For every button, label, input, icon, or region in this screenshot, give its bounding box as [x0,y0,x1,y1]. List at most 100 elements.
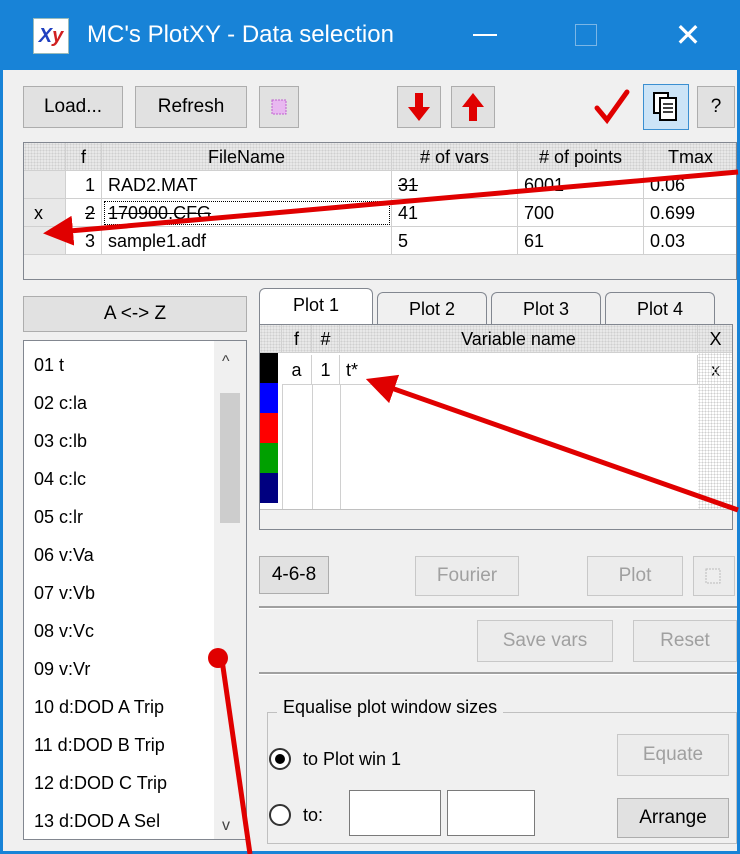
header-select-col [24,143,66,171]
header-f[interactable]: f [66,143,102,171]
header-filename[interactable]: FileName [102,143,392,171]
table-row[interactable]: x 2 170900.CFG 41 700 0.699 [24,199,736,227]
b468-button[interactable]: 4-6-8 [259,556,329,594]
plot-button[interactable]: Plot [587,556,683,596]
file-index: 1 [66,171,102,199]
file-name[interactable]: RAD2.MAT [102,171,392,199]
header-tmax[interactable]: Tmax [644,143,736,171]
sort-az-button[interactable]: A <-> Z [23,296,247,332]
plotxy-app-icon: Xy [33,18,69,54]
close-icon[interactable]: ✕ [663,18,713,52]
file-points: 700 [518,199,644,227]
plot-table-header: f # Variable name X [260,325,732,353]
file-tmax: 0.699 [644,199,736,227]
arrange-button[interactable]: Arrange [617,798,729,838]
tab-plot-4[interactable]: Plot 4 [605,292,715,324]
header-color [260,325,282,353]
plot-options-button[interactable] [693,556,735,596]
list-item[interactable]: 06 v:Va [34,541,94,569]
data-selection-window: Xy MC's PlotXY - Data selection ✕ Load..… [0,0,740,854]
arrow-down-icon [408,93,430,121]
maximize-icon[interactable] [575,24,597,46]
list-item[interactable]: 04 c:lc [34,465,86,493]
file-name[interactable]: sample1.adf [102,227,392,255]
title-bar[interactable]: Xy MC's PlotXY - Data selection ✕ [3,0,740,70]
move-down-button[interactable] [397,86,441,128]
header-num[interactable]: # [312,325,340,353]
row-select-cell[interactable] [24,171,66,199]
checkmark-icon[interactable] [591,86,631,128]
pages-icon [653,92,677,121]
list-item[interactable]: 09 v:Vr [34,655,90,683]
file-index: 2 [66,199,102,227]
plot-var-num: 1 [312,355,340,385]
variable-list[interactable]: 01 t 02 c:la 03 c:lb 04 c:lc 05 c:lr 06 … [23,340,247,840]
chevron-up-icon[interactable]: ^ [222,353,230,371]
file-vars: 5 [392,227,518,255]
list-item[interactable]: 01 t [34,351,64,379]
tab-plot-1[interactable]: Plot 1 [259,288,373,324]
list-item[interactable]: 11 d:DOD B Trip [34,731,165,759]
file-table-header: f FileName # of vars # of points Tmax [24,143,736,171]
file-tmax: 0.03 [644,227,736,255]
color-swatch[interactable] [260,443,278,473]
color-picker-button[interactable] [259,86,299,128]
color-swatch[interactable] [260,383,278,413]
reset-button[interactable]: Reset [633,620,737,662]
file-vars: 41 [392,199,518,227]
chevron-down-icon[interactable]: v [222,817,230,835]
variable-list-scrollbar[interactable]: ^ v [214,341,246,839]
color-swatch[interactable] [260,473,278,503]
x-column-fill [698,353,732,529]
scrollbar-thumb[interactable] [220,393,240,523]
plot-variable-table: f # Variable name X a 1 t* x [259,324,733,530]
row-select-cell[interactable]: x [24,199,66,227]
minimize-icon[interactable] [473,34,497,36]
separator [259,672,737,675]
width-input[interactable] [349,790,441,836]
tab-plot-2[interactable]: Plot 2 [377,292,487,324]
height-input[interactable] [447,790,535,836]
table-row[interactable]: a 1 t* x [260,355,732,385]
table-row[interactable]: 1 RAD2.MAT 31 6001 0.06 [24,171,736,199]
header-f[interactable]: f [282,325,312,353]
copy-pages-button[interactable] [643,84,689,130]
palette-icon [271,99,287,115]
list-item[interactable]: 05 c:lr [34,503,83,531]
list-item[interactable]: 08 v:Vc [34,617,94,645]
radio-to-size[interactable] [269,804,291,826]
list-item[interactable]: 07 v:Vb [34,579,95,607]
radio-to-size-label[interactable]: to: [303,802,323,828]
header-variable-name[interactable]: Variable name [340,325,698,353]
help-button[interactable]: ? [697,86,735,128]
refresh-button[interactable]: Refresh [135,86,247,128]
list-item[interactable]: 13 d:DOD A Sel [34,807,160,835]
move-up-button[interactable] [451,86,495,128]
save-vars-button[interactable]: Save vars [477,620,613,662]
file-table: f FileName # of vars # of points Tmax 1 … [23,142,737,280]
plot-var-f: a [282,355,312,385]
list-item[interactable]: 12 d:DOD C Trip [34,769,167,797]
window-title: MC's PlotXY - Data selection [87,21,394,48]
file-vars: 31 [392,171,518,199]
list-item[interactable]: 03 c:lb [34,427,87,455]
file-index: 3 [66,227,102,255]
fourier-button[interactable]: Fourier [415,556,519,596]
arrow-up-icon [462,93,484,121]
file-name[interactable]: 170900.CFG [102,199,392,227]
header-x[interactable]: X [698,325,732,353]
header-num-points[interactable]: # of points [518,143,644,171]
list-item[interactable]: 02 c:la [34,389,87,417]
plot-var-name[interactable]: t* [340,355,698,385]
list-item[interactable]: 10 d:DOD A Trip [34,693,164,721]
header-num-vars[interactable]: # of vars [392,143,518,171]
radio-plot-win-1-label[interactable]: to Plot win 1 [303,746,401,772]
tab-plot-3[interactable]: Plot 3 [491,292,601,324]
radio-plot-win-1[interactable] [269,748,291,770]
plot-table-hscroll[interactable] [260,509,732,529]
row-select-cell[interactable] [24,227,66,255]
load-button[interactable]: Load... [23,86,123,128]
color-swatch[interactable] [260,413,278,443]
equate-button[interactable]: Equate [617,734,729,776]
table-row[interactable]: 3 sample1.adf 5 61 0.03 [24,227,736,255]
